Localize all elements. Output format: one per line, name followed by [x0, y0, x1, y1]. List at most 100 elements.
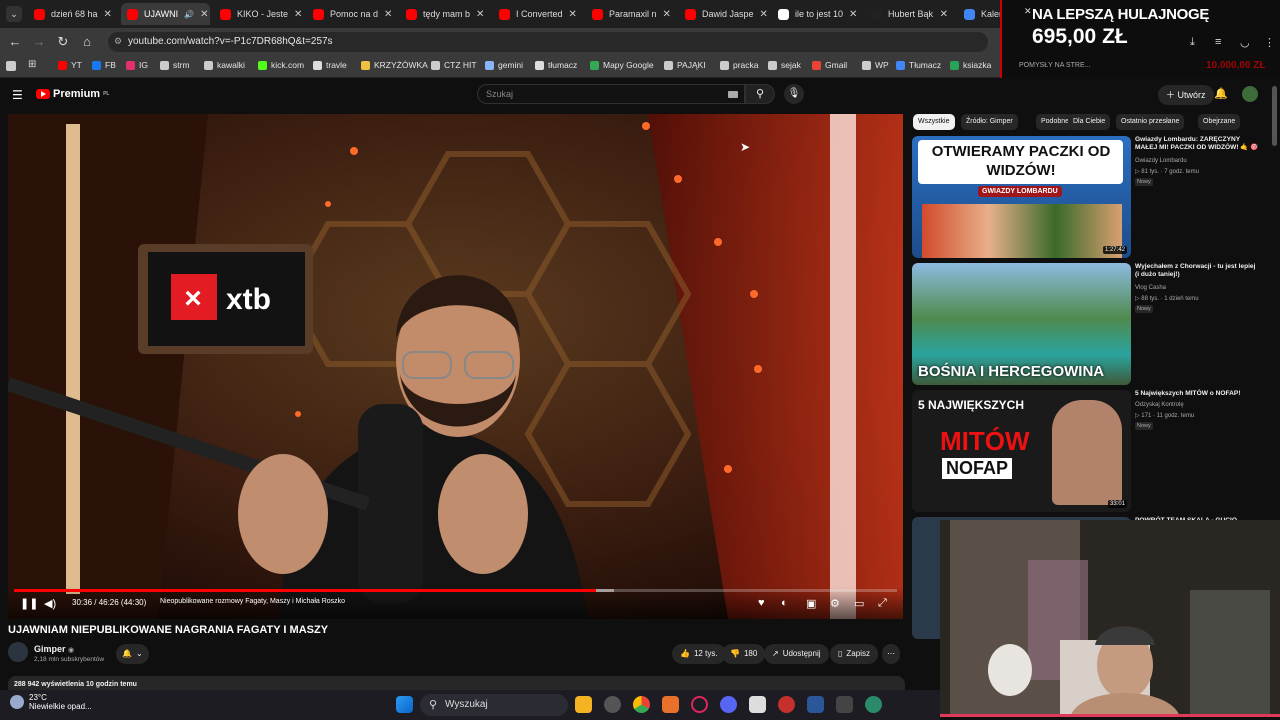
pause-icon[interactable]: ❚❚: [20, 597, 38, 610]
fullscreen-icon[interactable]: ⤢: [878, 597, 887, 610]
app-icon[interactable]: [865, 696, 882, 713]
thumbnail[interactable]: OTWIERAMY PACZKI OD WIDZÓW! GWIAZDY LOMB…: [912, 136, 1131, 258]
bookmark-item[interactable]: PAJĄKI: [664, 60, 706, 70]
settings-icon[interactable]: ⚙: [830, 597, 840, 610]
save-button[interactable]: ▯ Zapisz: [830, 644, 878, 664]
like-button[interactable]: 👍 12 tys.: [672, 644, 726, 664]
browser-tab[interactable]: I Converted ✕: [493, 3, 582, 25]
browser-tab[interactable]: tędy mam b ✕: [400, 3, 489, 25]
sponsor-icon[interactable]: ♥: [758, 597, 765, 609]
thumbnail[interactable]: BOŚNIA I HERCEGOWINA: [912, 263, 1131, 385]
bookmark-item[interactable]: Tłumacz: [896, 60, 941, 70]
recommendation-item[interactable]: BOŚNIA I HERCEGOWINA Wyjechałem z Chorwa…: [912, 263, 1272, 387]
browser-tab[interactable]: UJAWNI 🔊 ✕: [121, 3, 210, 25]
bell-icon[interactable]: 🔔: [1214, 87, 1228, 100]
dislike-button[interactable]: 👎 180: [722, 644, 766, 664]
channel-avatar[interactable]: [8, 642, 28, 662]
avatar[interactable]: [1242, 86, 1258, 102]
bookmark-item[interactable]: strm: [160, 60, 190, 70]
address-input[interactable]: ⚙ youtube.com/watch?v=-P1c7DR68hQ&t=257s: [108, 32, 988, 52]
brave-icon[interactable]: [662, 696, 679, 713]
thumbnail[interactable]: 5 NAJWIĘKSZYCH MITÓW NOFAP 33:01: [912, 390, 1131, 512]
close-tab-icon[interactable]: ✕: [940, 9, 948, 20]
close-tab-icon[interactable]: ✕: [294, 9, 302, 20]
menu-icon[interactable]: ⋮: [1264, 36, 1275, 49]
bookmark-item[interactable]: pracka: [720, 60, 759, 70]
mic-button[interactable]: 🎙: [784, 84, 804, 104]
search-input[interactable]: Szukaj: [477, 84, 745, 104]
forward-icon[interactable]: →: [30, 33, 48, 51]
app-icon[interactable]: [604, 696, 621, 713]
bookmark-item[interactable]: gemini: [485, 60, 523, 70]
volume-icon[interactable]: ◀): [44, 597, 56, 610]
windows-start-icon[interactable]: [396, 696, 413, 713]
browser-tab[interactable]: Dawid Jaspe ✕: [679, 3, 768, 25]
recommendation-channel[interactable]: Gwiazdy Lombardu: [1135, 158, 1187, 164]
autoplay-toggle[interactable]: ◐: [781, 597, 788, 609]
browser-tab[interactable]: Paramaxil n ✕: [586, 3, 675, 25]
grid-icon[interactable]: ⊞: [28, 59, 36, 70]
close-tab-icon[interactable]: ✕: [849, 9, 857, 20]
bookmark-item[interactable]: KRZYŻÓWKA: [361, 60, 428, 70]
bookmark-item[interactable]: Gmail: [812, 60, 847, 70]
tab-search-icon[interactable]: ⌄: [6, 6, 22, 22]
bookmark-item[interactable]: kawalki: [204, 60, 245, 70]
sidebar-scrollbar[interactable]: [1272, 86, 1277, 146]
close-tab-icon[interactable]: ✕: [569, 9, 577, 20]
close-tab-icon[interactable]: ✕: [476, 9, 484, 20]
bookmark-item[interactable]: travle: [313, 60, 347, 70]
reload-icon[interactable]: ↻: [54, 33, 72, 51]
back-icon[interactable]: ←: [6, 33, 24, 51]
discord-icon[interactable]: [720, 696, 737, 713]
close-tab-icon[interactable]: ✕: [384, 9, 392, 20]
filter-chip[interactable]: Ostatnio przesłane: [1116, 114, 1185, 130]
site-info-icon[interactable]: ⚙: [114, 36, 122, 47]
hamburger-icon[interactable]: ☰: [12, 88, 23, 102]
weather-widget[interactable]: 23°C Niewielkie opad...: [10, 693, 92, 711]
filter-chip[interactable]: Źródło: Gimper: [961, 114, 1018, 130]
taskbar-search[interactable]: ⚲ Wyszukaj: [420, 694, 568, 716]
calculator-icon[interactable]: [836, 696, 853, 713]
bookmark-item[interactable]: sejak: [768, 60, 801, 70]
bookmark-item[interactable]: ksiazka: [950, 60, 991, 70]
keyboard-icon[interactable]: [728, 91, 738, 98]
subtitles-icon[interactable]: ▣: [806, 597, 816, 610]
obs-icon[interactable]: [749, 696, 766, 713]
progress-bar[interactable]: [14, 589, 897, 592]
create-button[interactable]: ＋ Utwórz: [1158, 85, 1214, 105]
chapter-title[interactable]: Nieopublikowane rozmowy Fagaty, Maszy i …: [160, 598, 345, 605]
chrome-icon[interactable]: [633, 696, 650, 713]
shield-icon[interactable]: ◡: [1240, 36, 1250, 49]
search-button[interactable]: ⚲: [745, 84, 775, 104]
word-icon[interactable]: [807, 696, 824, 713]
bookmark-item[interactable]: kick.com: [258, 60, 304, 70]
youtube-logo[interactable]: Premium PL: [36, 88, 109, 100]
theater-icon[interactable]: ▭: [854, 597, 864, 610]
close-tab-icon[interactable]: ✕: [104, 9, 112, 20]
bookmark-item[interactable]: WP: [862, 60, 889, 70]
recommendation-item[interactable]: 5 NAJWIĘKSZYCH MITÓW NOFAP 33:01 5 Najwi…: [912, 390, 1272, 514]
bookmark-item[interactable]: CTZ HIT: [431, 60, 477, 70]
bookmark-item[interactable]: Mapy Google: [590, 60, 654, 70]
recommendation-channel[interactable]: Odzyskaj Kontrolę: [1135, 402, 1184, 408]
channel-name[interactable]: Gimper ◉: [34, 644, 74, 654]
video-player[interactable]: × xtb ➤ ❚❚ ◀) 30:36 / 46:26 (44:30) Nieo…: [8, 114, 903, 619]
media-icon[interactable]: ≡: [1215, 36, 1221, 48]
close-icon[interactable]: ✕: [1024, 6, 1032, 17]
recommendation-channel[interactable]: Vlog Casha: [1135, 285, 1166, 291]
browser-tab[interactable]: KIKO - Jeste ✕: [214, 3, 303, 25]
home-icon[interactable]: ⌂: [78, 33, 96, 51]
browser-tab[interactable]: Pomoc na d ✕: [307, 3, 396, 25]
close-tab-icon[interactable]: ✕: [663, 9, 671, 20]
file-explorer-icon[interactable]: [575, 696, 592, 713]
notification-bell-button[interactable]: 🔔 ⌄: [116, 644, 149, 664]
download-icon[interactable]: ⤓: [1190, 36, 1195, 49]
opera-icon[interactable]: [691, 696, 708, 713]
filter-chip[interactable]: Dla Ciebie: [1068, 114, 1111, 130]
bookmark-item[interactable]: tłumacz: [535, 60, 577, 70]
bookmark-item[interactable]: YT: [58, 60, 82, 70]
filter-chip[interactable]: Wszystkie: [913, 114, 955, 130]
browser-tab[interactable]: Hubert Bąk ✕: [865, 3, 954, 25]
share-button[interactable]: ↗ Udostępnij: [764, 644, 829, 664]
more-actions-button[interactable]: ⋯: [882, 644, 900, 664]
